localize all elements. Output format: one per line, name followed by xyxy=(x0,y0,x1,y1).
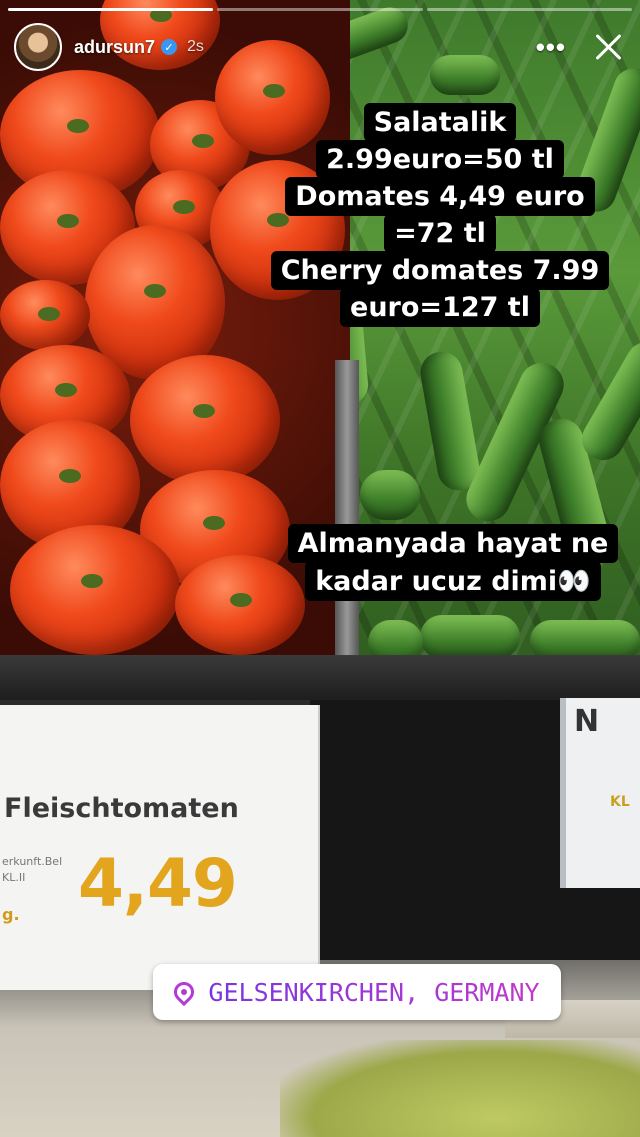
close-icon[interactable] xyxy=(590,29,626,65)
price-sign-origin: erkunft.Bel xyxy=(2,855,63,868)
progress-segment xyxy=(217,8,423,11)
progress-segment xyxy=(8,8,214,11)
location-text: GELSENKIRCHEN, GERMANY xyxy=(208,977,540,1007)
caption-line: Domates 4,49 euro xyxy=(285,177,595,216)
caption-line: 2.99euro=50 tl xyxy=(316,140,564,179)
price-sign-unit: g. xyxy=(2,905,20,924)
caption-line: kadar ucuz dimi👀 xyxy=(305,561,601,601)
caption-line: =72 tl xyxy=(384,214,496,253)
verified-badge-icon: ✓ xyxy=(161,39,178,55)
price-sign-value: 4,49 xyxy=(78,845,238,922)
avatar[interactable] xyxy=(14,23,62,71)
story-header: adursun7 ✓ 2s ••• xyxy=(14,20,626,74)
side-sign-letter: N xyxy=(574,704,600,739)
progress-segment xyxy=(426,8,632,11)
caption-comment: Almanyada hayat ne kadar ucuz dimi👀 xyxy=(270,524,636,601)
side-sign-class: KL xyxy=(610,794,630,810)
produce-bottom xyxy=(280,1040,640,1137)
more-horizontal-icon[interactable]: ••• xyxy=(536,34,566,60)
username[interactable]: adursun7 xyxy=(74,37,155,58)
price-sign-class: KL.II xyxy=(2,871,26,884)
caption-line: euro=127 tl xyxy=(340,288,540,327)
story-viewer[interactable]: Fleischtomaten erkunft.Bel KL.II g. 4,49… xyxy=(0,0,640,1137)
story-progress-bar xyxy=(8,8,632,11)
location-sticker[interactable]: GELSENKIRCHEN, GERMANY xyxy=(153,964,561,1020)
caption-prices: Salatalik 2.99euro=50 tl Domates 4,49 eu… xyxy=(260,103,620,327)
shelf-edge xyxy=(0,655,640,700)
cucumber xyxy=(360,470,420,520)
story-timestamp: 2s xyxy=(187,38,204,55)
crate-divider xyxy=(335,360,359,680)
location-pin-icon xyxy=(170,977,199,1007)
side-price-sign: N KL xyxy=(560,698,640,888)
price-sign: Fleischtomaten erkunft.Bel KL.II g. 4,49 xyxy=(0,705,320,990)
price-sign-product: Fleischtomaten xyxy=(4,793,239,824)
cucumber xyxy=(420,615,520,659)
tomato xyxy=(0,280,90,350)
caption-line: Cherry domates 7.99 xyxy=(270,251,610,290)
caption-line: Almanyada hayat ne xyxy=(287,524,619,563)
caption-line: Salatalik xyxy=(363,103,517,142)
tomato xyxy=(130,355,280,485)
tomato xyxy=(10,525,180,655)
